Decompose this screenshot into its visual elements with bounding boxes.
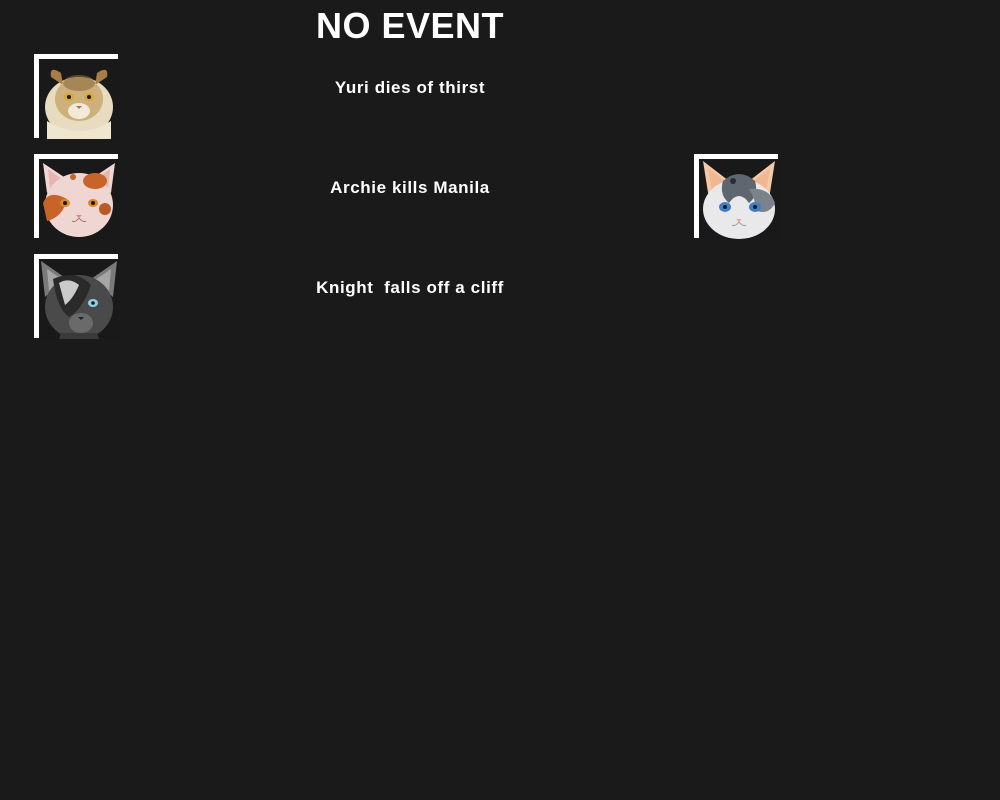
cat-portrait-archie[interactable] [34,154,119,239]
cat-portrait-knight[interactable] [34,254,119,339]
calico-cat-portrait-icon [39,159,119,239]
event-text: Knight falls off a cliff [316,278,504,297]
cream-lion-cat-portrait-icon [39,59,119,139]
gray-white-cat-portrait-icon [699,159,779,239]
page-title: NO EVENT [315,5,505,46]
dark-gray-cat-portrait-icon [39,259,119,339]
cat-portrait-manila[interactable] [694,154,779,239]
cat-portrait-yuri[interactable] [34,54,119,139]
event-text: Archie kills Manila [330,178,490,197]
event-text: Yuri dies of thirst [334,78,486,97]
